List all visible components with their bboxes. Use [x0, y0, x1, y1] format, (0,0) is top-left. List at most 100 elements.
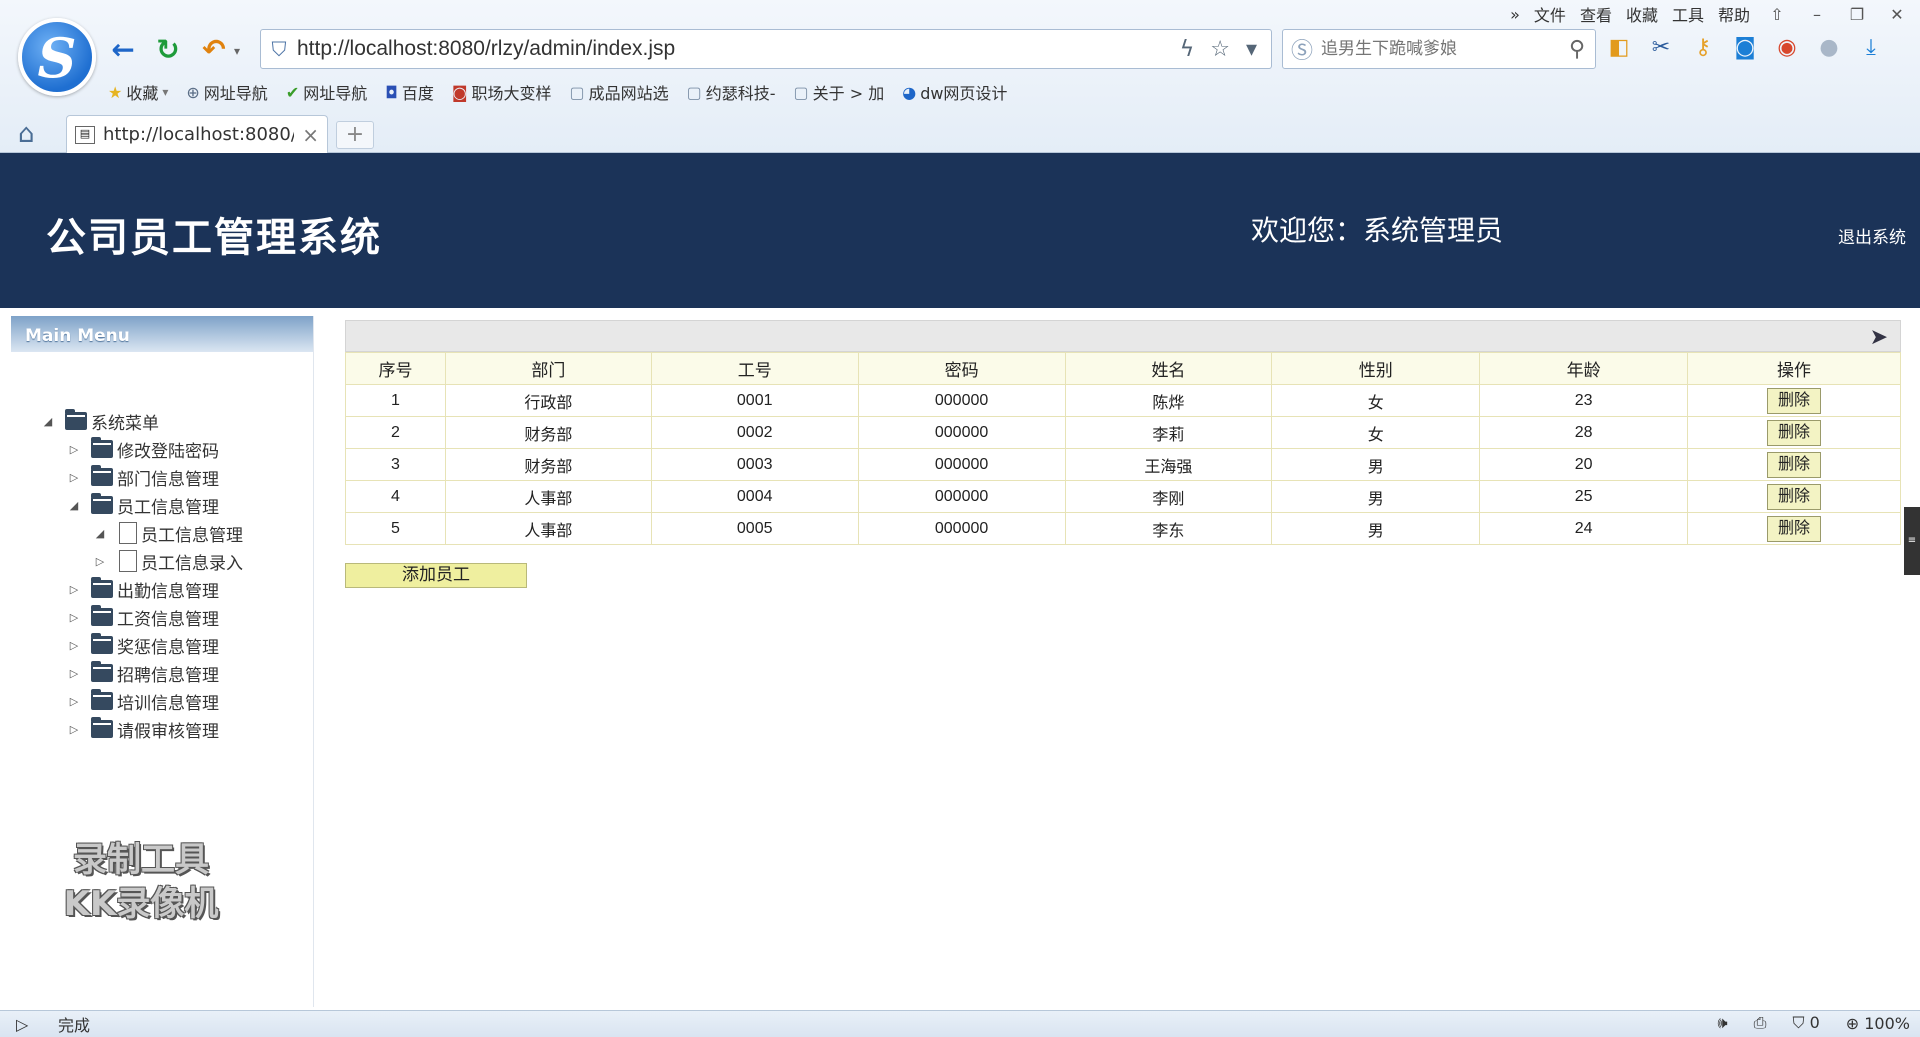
globe-icon[interactable]: ●	[1816, 32, 1842, 62]
chevron-down-icon[interactable]: ▾	[234, 44, 240, 58]
menu-file[interactable]: 文件	[1534, 2, 1566, 26]
sidebar-item-change-password[interactable]: ▷ 修改登陆密码	[67, 436, 219, 462]
favorites-item[interactable]: ⊕ 网址导航	[186, 80, 267, 104]
watermark-line: 录制工具	[73, 840, 209, 880]
delete-button[interactable]: 删除	[1767, 419, 1822, 446]
menu-favorites[interactable]: 收藏	[1626, 2, 1658, 26]
collapsed-arrow-icon[interactable]: ▷	[67, 611, 81, 624]
sidebar-item-departments[interactable]: ▷ 部门信息管理	[67, 464, 219, 490]
delete-button[interactable]: 删除	[1767, 387, 1822, 414]
home-icon[interactable]: ⌂	[18, 119, 35, 149]
sidebar-item-training[interactable]: ▷ 培训信息管理	[67, 688, 219, 714]
search-engine-icon[interactable]: Ⓢ	[1283, 33, 1321, 65]
favorites-item[interactable]: ▢ 关于 > 加	[794, 80, 885, 104]
skin-icon[interactable]: ⇧	[1764, 5, 1790, 24]
document-icon	[119, 522, 137, 544]
side-panel-toggle[interactable]: ≡	[1904, 507, 1920, 575]
expanded-arrow-icon[interactable]: ◢	[93, 527, 107, 540]
expanded-arrow-icon[interactable]: ◢	[67, 499, 81, 512]
delete-button[interactable]: 删除	[1767, 451, 1822, 478]
sidebar-item-rewards[interactable]: ▷ 奖惩信息管理	[67, 632, 219, 658]
favorites-item[interactable]: ▢ 约瑟科技-	[687, 80, 776, 104]
table-row: 1 行政部 0001 000000 陈烨 女 23 删除	[345, 384, 1901, 417]
speaker-icon[interactable]: 🕪	[1718, 1013, 1728, 1033]
back-arrow-icon[interactable]: ←	[106, 32, 140, 66]
collapsed-arrow-icon[interactable]: ▷	[67, 471, 81, 484]
restore-icon[interactable]: ❐	[1844, 5, 1870, 24]
window-icon[interactable]: ◧	[1606, 32, 1632, 62]
browser-tab[interactable]: ▤ http://localhost:8080/r ×	[66, 115, 328, 153]
collapsed-arrow-icon[interactable]: ▷	[93, 555, 107, 568]
expanded-arrow-icon[interactable]: ◢	[41, 415, 55, 428]
collapsed-arrow-icon[interactable]: ▷	[67, 667, 81, 680]
delete-button[interactable]: 删除	[1767, 483, 1822, 510]
cell-index: 5	[345, 512, 446, 545]
favorites-item[interactable]: ✔ 网址导航	[286, 80, 367, 104]
scissors-icon[interactable]: ✂	[1648, 32, 1674, 62]
url-text[interactable]: http://localhost:8080/rlzy/admin/index.j…	[297, 37, 1180, 61]
search-app-icon[interactable]: ◙	[1732, 32, 1758, 62]
table-row: 2 财务部 0002 000000 李莉 女 28 删除	[345, 416, 1901, 449]
favorites-item[interactable]: ▢ 成品网站选	[569, 80, 668, 104]
add-employee-button[interactable]: 添加员工	[345, 563, 527, 588]
menu-tools[interactable]: 工具	[1672, 2, 1704, 26]
search-box[interactable]: Ⓢ ⚲	[1282, 29, 1596, 69]
cell-employee-id: 0004	[650, 480, 859, 513]
table-toolbar: ➤	[345, 320, 1901, 352]
cell-name: 李刚	[1064, 480, 1273, 513]
undo-icon[interactable]: ↶	[197, 32, 231, 66]
search-input[interactable]	[1321, 39, 1559, 59]
favorites-item[interactable]: ◘ 百度	[385, 80, 434, 104]
collapsed-arrow-icon[interactable]: ▷	[67, 443, 81, 456]
welcome-text: 欢迎您：系统管理员	[1251, 214, 1504, 247]
favorites-label: 职场大变样	[471, 84, 552, 103]
tree-label: 员工信息管理	[117, 497, 219, 518]
menu-help[interactable]: 帮助	[1718, 2, 1750, 26]
favorites-label: 收藏	[126, 84, 159, 103]
favorites-item[interactable]: ◙ 职场大变样	[452, 80, 552, 104]
favorites-item[interactable]: ◕ dw网页设计	[902, 80, 1007, 104]
popup-blocker[interactable]: ⛉ 0	[1792, 1013, 1819, 1033]
overflow-icon[interactable]: »	[1510, 5, 1520, 24]
tab-row: ⌂ ▤ http://localhost:8080/r × +	[0, 113, 1920, 153]
printer-icon[interactable]: ⎙	[1754, 1013, 1767, 1033]
sidebar-item-employees[interactable]: ◢ 员工信息管理	[67, 492, 219, 518]
sidebar-item-leave[interactable]: ▷ 请假审核管理	[67, 716, 219, 742]
sidebar-item-salary[interactable]: ▷ 工资信息管理	[67, 604, 219, 630]
status-text: 完成	[58, 1016, 91, 1035]
tree-root[interactable]: ◢ 系统菜单	[41, 408, 159, 434]
collapsed-arrow-icon[interactable]: ▷	[67, 583, 81, 596]
weibo-icon[interactable]: ◉	[1774, 32, 1800, 62]
delete-button[interactable]: 删除	[1767, 515, 1822, 542]
address-bar[interactable]: ⛉ http://localhost:8080/rlzy/admin/index…	[260, 29, 1272, 69]
star-icon[interactable]: ☆	[1210, 37, 1230, 62]
recorder-watermark: 录制工具 KK录像机	[46, 838, 236, 926]
cell-gender: 男	[1271, 480, 1481, 513]
key-icon[interactable]: ⚷	[1690, 32, 1716, 62]
download-icon[interactable]: ⤓	[1858, 32, 1884, 62]
collapsed-arrow-icon[interactable]: ▷	[67, 695, 81, 708]
collapsed-arrow-icon[interactable]: ▷	[67, 639, 81, 652]
chevron-down-icon[interactable]: ▾	[1246, 37, 1257, 62]
refresh-icon[interactable]: ↻	[151, 32, 185, 66]
tab-title: http://localhost:8080/r	[103, 124, 295, 145]
close-icon[interactable]: ×	[302, 123, 319, 147]
close-window-icon[interactable]: ✕	[1884, 5, 1910, 24]
play-icon[interactable]: ▷	[16, 1015, 38, 1034]
logout-link[interactable]: 退出系统	[1838, 223, 1906, 248]
search-icon[interactable]: ⚲	[1559, 37, 1595, 62]
employee-table: 序号 部门 工号 密码 姓名 性别 年龄 操作 1 行政部 0001 00000…	[345, 352, 1901, 545]
zoom-control[interactable]: ⊕ 100%	[1846, 1014, 1910, 1033]
sidebar-item-employee-entry[interactable]: ▷ 员工信息录入	[93, 548, 243, 574]
menu-view[interactable]: 查看	[1580, 2, 1612, 26]
column-header: 序号	[345, 352, 446, 385]
tree-label: 工资信息管理	[117, 609, 219, 630]
collapsed-arrow-icon[interactable]: ▷	[67, 723, 81, 736]
sidebar-item-recruitment[interactable]: ▷ 招聘信息管理	[67, 660, 219, 686]
new-tab-button[interactable]: +	[336, 121, 374, 149]
sidebar-item-attendance[interactable]: ▷ 出勤信息管理	[67, 576, 219, 602]
sidebar-item-employee-manage[interactable]: ◢ 员工信息管理	[93, 520, 243, 546]
minimize-icon[interactable]: –	[1804, 5, 1830, 24]
lightning-icon[interactable]: ϟ	[1180, 37, 1195, 62]
favorites-item[interactable]: ★ 收藏 ▾	[108, 80, 168, 104]
